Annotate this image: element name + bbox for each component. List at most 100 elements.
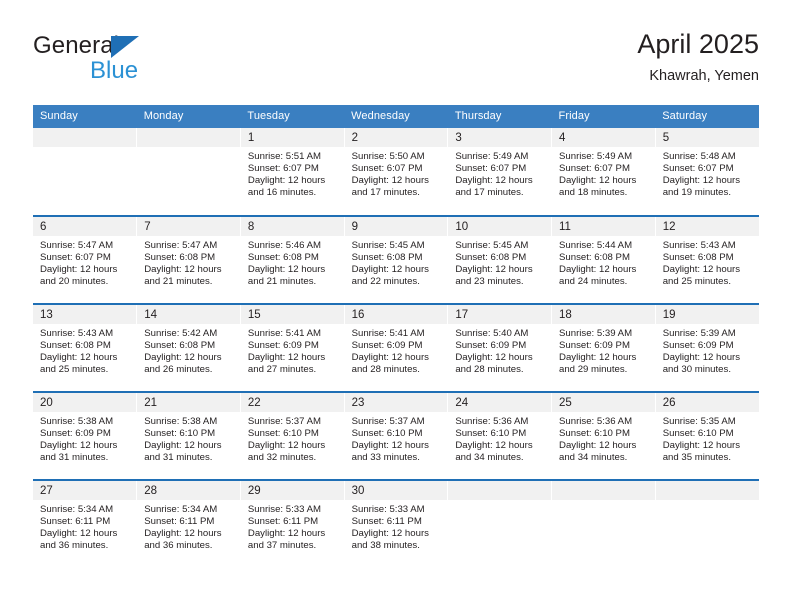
weekday-header-thursday: Thursday — [447, 105, 552, 128]
calendar-day-cell[interactable]: 18 Sunrise: 5:39 AM Sunset: 6:09 PM Dayligh… — [551, 303, 656, 392]
calendar-day-cell[interactable]: 7 Sunrise: 5:47 AM Sunset: 6:08 PM Daylight… — [136, 215, 241, 304]
day-details: Sunrise: 5:41 AM Sunset: 6:09 PM Daylight:… — [241, 324, 344, 376]
calendar-day-cell[interactable]: 25 Sunrise: 5:36 AM Sunset: 6:10 PM Dayligh… — [551, 391, 656, 480]
sunrise-time: Sunrise: 5:33 AM — [247, 504, 321, 515]
calendar-day-cell[interactable]: 23 Sunrise: 5:37 AM Sunset: 6:10 PM Dayligh… — [343, 391, 448, 480]
calendar-day-cell[interactable]: 24 Sunrise: 5:36 AM Sunset: 6:10 PM Dayligh… — [447, 391, 552, 480]
sunrise-time: Sunrise: 5:39 AM — [662, 328, 736, 339]
sunset-time: Sunset: 6:10 PM — [351, 428, 423, 440]
daylight-duration-line1: Daylight: 12 hours — [40, 264, 118, 276]
sunrise-time: Sunrise: 5:43 AM — [40, 328, 114, 339]
page-title: April 2025 — [637, 29, 759, 59]
calendar-day-cell[interactable]: 14 Sunrise: 5:42 AM Sunset: 6:08 PM Dayligh… — [136, 303, 241, 392]
calendar-day-cell[interactable]: 2 Sunrise: 5:50 AM Sunset: 6:07 PM Daylight… — [343, 128, 448, 216]
brand-name-general: General — [33, 32, 120, 59]
day-details: Sunrise: 5:48 AM Sunset: 6:07 PM Daylight:… — [656, 147, 759, 199]
page-header: General Blue April 2025 Khawrah, Yemen — [33, 28, 759, 98]
sunset-time: Sunset: 6:08 PM — [144, 340, 216, 352]
day-number: 6 — [33, 217, 137, 236]
day-details: Sunrise: 5:38 AM Sunset: 6:10 PM Daylight:… — [137, 412, 240, 464]
daylight-duration-line2: and 23 minutes. — [455, 276, 524, 288]
daylight-duration-line2: and 34 minutes. — [455, 452, 524, 464]
brand-logo[interactable]: General Blue — [33, 32, 293, 92]
daylight-duration-line2: and 17 minutes. — [455, 187, 524, 199]
day-details: Sunrise: 5:46 AM Sunset: 6:08 PM Daylight:… — [241, 236, 344, 288]
calendar-day-cell[interactable]: 11 Sunrise: 5:44 AM Sunset: 6:08 PM Dayligh… — [551, 215, 656, 304]
calendar-day-cell[interactable]: 26 Sunrise: 5:35 AM Sunset: 6:10 PM Dayligh… — [654, 391, 759, 480]
calendar-empty-cell — [654, 479, 759, 568]
calendar-day-cell[interactable]: 6 Sunrise: 5:47 AM Sunset: 6:07 PM Daylight… — [33, 215, 137, 304]
sunrise-time: Sunrise: 5:42 AM — [144, 328, 218, 339]
day-number — [552, 481, 655, 500]
sunrise-time: Sunrise: 5:33 AM — [351, 504, 425, 515]
day-number: 23 — [344, 393, 448, 412]
sunset-time: Sunset: 6:10 PM — [247, 428, 319, 440]
calendar-day-cell[interactable]: 13 Sunrise: 5:43 AM Sunset: 6:08 PM Dayligh… — [33, 303, 137, 392]
calendar-day-cell[interactable]: 8 Sunrise: 5:46 AM Sunset: 6:08 PM Daylight… — [239, 215, 345, 304]
daylight-duration-line2: and 36 minutes. — [40, 540, 109, 552]
daylight-duration-line1: Daylight: 12 hours — [247, 264, 326, 276]
calendar-day-cell[interactable]: 1 Sunrise: 5:51 AM Sunset: 6:07 PM Daylight… — [239, 128, 345, 216]
day-details: Sunrise: 5:39 AM Sunset: 6:09 PM Daylight:… — [552, 324, 655, 376]
sunset-time: Sunset: 6:09 PM — [662, 340, 734, 352]
calendar-day-cell[interactable]: 15 Sunrise: 5:41 AM Sunset: 6:09 PM Dayligh… — [239, 303, 345, 392]
calendar-day-cell[interactable]: 28 Sunrise: 5:34 AM Sunset: 6:11 PM Dayligh… — [136, 479, 241, 568]
daylight-duration-line1: Daylight: 12 hours — [662, 440, 741, 452]
calendar-day-cell[interactable]: 5 Sunrise: 5:48 AM Sunset: 6:07 PM Daylight… — [654, 128, 759, 216]
daylight-duration-line1: Daylight: 12 hours — [559, 264, 637, 276]
day-number: 19 — [655, 305, 759, 324]
day-details: Sunrise: 5:49 AM Sunset: 6:07 PM Daylight:… — [552, 147, 655, 199]
daylight-duration-line2: and 24 minutes. — [559, 276, 628, 288]
weekday-header-tuesday: Tuesday — [240, 105, 345, 128]
daylight-duration-line2: and 25 minutes. — [662, 276, 731, 288]
day-number: 15 — [240, 305, 344, 324]
day-details: Sunrise: 5:37 AM Sunset: 6:10 PM Daylight:… — [345, 412, 448, 464]
sunset-time: Sunset: 6:08 PM — [351, 252, 423, 264]
calendar-day-cell[interactable]: 12 Sunrise: 5:43 AM Sunset: 6:08 PM Dayligh… — [654, 215, 759, 304]
calendar-week-row: 6 Sunrise: 5:47 AM Sunset: 6:07 PM Daylight… — [33, 215, 759, 304]
sunrise-time: Sunrise: 5:38 AM — [144, 416, 218, 427]
calendar-day-cell[interactable]: 22 Sunrise: 5:37 AM Sunset: 6:10 PM Dayligh… — [239, 391, 345, 480]
daylight-duration-line2: and 21 minutes. — [144, 276, 213, 288]
calendar-day-cell[interactable]: 4 Sunrise: 5:49 AM Sunset: 6:07 PM Daylight… — [551, 128, 656, 216]
calendar-week-row: 1 Sunrise: 5:51 AM Sunset: 6:07 PM Daylight… — [33, 128, 759, 216]
calendar-day-cell[interactable]: 3 Sunrise: 5:49 AM Sunset: 6:07 PM Daylight… — [447, 128, 552, 216]
day-details: Sunrise: 5:51 AM Sunset: 6:07 PM Daylight:… — [241, 147, 344, 199]
daylight-duration-line2: and 17 minutes. — [351, 187, 420, 199]
title-block: April 2025 Khawrah, Yemen — [637, 28, 759, 85]
sunrise-time: Sunrise: 5:47 AM — [144, 240, 218, 251]
daylight-duration-line1: Daylight: 12 hours — [247, 352, 326, 364]
sunset-time: Sunset: 6:08 PM — [247, 252, 319, 264]
daylight-duration-line2: and 25 minutes. — [40, 364, 109, 376]
daylight-duration-line1: Daylight: 12 hours — [455, 264, 533, 276]
calendar-week-row: 13 Sunrise: 5:43 AM Sunset: 6:08 PM Dayligh… — [33, 303, 759, 392]
day-number: 5 — [655, 128, 759, 147]
weekday-header-friday: Friday — [551, 105, 656, 128]
sunrise-time: Sunrise: 5:44 AM — [559, 240, 633, 251]
sunset-time: Sunset: 6:11 PM — [247, 516, 319, 528]
sunset-time: Sunset: 6:07 PM — [40, 252, 111, 264]
sunrise-time: Sunrise: 5:41 AM — [247, 328, 321, 339]
calendar-day-cell[interactable]: 29 Sunrise: 5:33 AM Sunset: 6:11 PM Dayligh… — [239, 479, 345, 568]
calendar-day-cell[interactable]: 21 Sunrise: 5:38 AM Sunset: 6:10 PM Dayligh… — [136, 391, 241, 480]
calendar-day-cell[interactable]: 9 Sunrise: 5:45 AM Sunset: 6:08 PM Daylight… — [343, 215, 448, 304]
calendar-day-cell[interactable]: 10 Sunrise: 5:45 AM Sunset: 6:08 PM Dayligh… — [447, 215, 552, 304]
daylight-duration-line1: Daylight: 12 hours — [351, 175, 429, 187]
day-number — [33, 128, 137, 147]
calendar-day-cell[interactable]: 19 Sunrise: 5:39 AM Sunset: 6:09 PM Dayligh… — [654, 303, 759, 392]
sunset-time: Sunset: 6:11 PM — [351, 516, 422, 528]
calendar-day-cell[interactable]: 30 Sunrise: 5:33 AM Sunset: 6:11 PM Dayligh… — [343, 479, 448, 568]
sunrise-time: Sunrise: 5:40 AM — [455, 328, 529, 339]
day-number: 4 — [552, 128, 655, 147]
day-details: Sunrise: 5:43 AM Sunset: 6:08 PM Daylight:… — [656, 236, 759, 288]
sunset-time: Sunset: 6:10 PM — [144, 428, 216, 440]
calendar-day-cell[interactable]: 27 Sunrise: 5:34 AM Sunset: 6:11 PM Dayligh… — [33, 479, 137, 568]
calendar-day-cell[interactable]: 16 Sunrise: 5:41 AM Sunset: 6:09 PM Dayligh… — [343, 303, 448, 392]
day-number: 25 — [552, 393, 655, 412]
brand-name-blue: Blue — [90, 57, 139, 84]
calendar-day-cell[interactable]: 20 Sunrise: 5:38 AM Sunset: 6:09 PM Dayligh… — [33, 391, 137, 480]
day-details: Sunrise: 5:34 AM Sunset: 6:11 PM Daylight:… — [33, 500, 136, 552]
calendar-day-cell[interactable]: 17 Sunrise: 5:40 AM Sunset: 6:09 PM Dayligh… — [447, 303, 552, 392]
calendar-week-row: 20 Sunrise: 5:38 AM Sunset: 6:09 PM Dayligh… — [33, 391, 759, 480]
day-details: Sunrise: 5:50 AM Sunset: 6:07 PM Daylight:… — [345, 147, 448, 199]
